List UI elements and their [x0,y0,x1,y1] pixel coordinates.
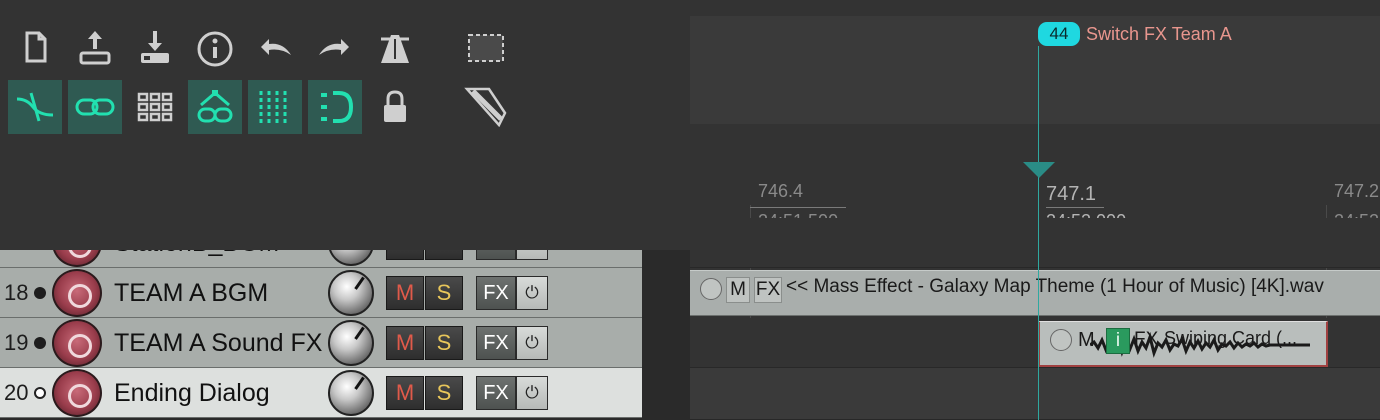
mute-button[interactable]: M [386,276,424,310]
grouping-button[interactable] [188,80,242,134]
marquee-select-button[interactable] [458,20,512,74]
snap-button[interactable] [248,80,302,134]
track-number: 19 [4,330,29,355]
solo-button[interactable]: S [425,276,463,310]
marquee-select-icon [468,34,504,62]
undo-icon [261,39,291,55]
fx-bypass-button[interactable]: ⏻ [516,250,548,260]
playhead-line[interactable] [1038,46,1039,420]
fx-button[interactable]: FX [476,250,516,260]
undo-button[interactable] [248,20,302,74]
ripple-edit-icon [16,92,54,122]
download-button[interactable] [128,20,182,74]
item-title: << Mass Effect - Galaxy Map Theme (1 Hou… [786,276,1324,297]
arrange-view[interactable]: 746.4 24:51.500 747.1 24:52.000 747.2 24… [690,0,1380,420]
record-indicator [34,387,46,399]
track-row-19[interactable]: 19 TEAM A Sound FX M S FX ⏻ [0,318,642,368]
ruler-beat-label: 747.2 [1334,181,1380,201]
record-arm-button[interactable] [52,250,102,267]
track-row-20[interactable]: 20 Ending Dialog M S FX ⏻ [0,368,642,418]
item-mute-button[interactable]: M [1078,327,1095,353]
grouping-icon [197,90,233,123]
track-lane-20[interactable] [690,368,1380,420]
solo-button[interactable]: S [425,326,463,360]
solo-button[interactable]: S [425,250,463,260]
volume-knob[interactable] [328,250,374,266]
item-info-button[interactable]: i [1106,328,1130,354]
fx-button[interactable]: FX [476,326,516,360]
marker-label[interactable]: Switch FX Team A [1086,24,1232,45]
fx-bypass-button[interactable]: ⏻ [516,326,548,360]
fx-bypass-button[interactable]: ⏻ [516,376,548,410]
track-name[interactable]: TEAM A BGM [114,279,268,308]
ruler-beat-label-current: 747.1 [1046,183,1097,205]
lock-button[interactable] [368,80,422,134]
item-volume-knob[interactable] [1050,329,1072,351]
record-indicator [34,287,46,299]
record-arm-button[interactable] [52,319,102,367]
new-project-icon [25,31,47,63]
track-number: 20 [4,380,29,405]
marker-lane[interactable] [690,16,1380,124]
track-name[interactable]: TEAM A Sound FX [114,329,322,358]
ruler-divider [1046,207,1104,208]
solo-button[interactable]: S [425,376,463,410]
media-item-bgm[interactable]: M FX << Mass Effect - Galaxy Map Theme (… [690,270,1380,316]
volume-knob[interactable] [328,370,374,416]
record-indicator [34,337,46,349]
track-name[interactable]: Ending Dialog [114,379,270,408]
info-button[interactable] [188,20,242,74]
fx-button[interactable]: FX [476,376,516,410]
item-title: Swiping Card (... [1164,328,1298,348]
grid-icon [137,92,173,122]
metronome-button[interactable] [368,20,422,74]
playhead-handle[interactable] [1023,162,1055,178]
track-number: 17 [4,250,28,256]
ruler-divider [750,207,846,208]
upload-button[interactable] [68,20,122,74]
track-control-panel: 17 StationB_BGM M S FX ⏻ 18 TEAM A BGM M… [0,250,690,420]
ruler-beat-label: 746.4 [758,181,804,201]
track-lane-17[interactable] [690,218,1380,268]
track-name[interactable]: StationB_BGM [114,250,279,258]
upload-icon [79,31,111,65]
media-item-sfx[interactable]: M i FX Swiping Card (... [1038,321,1328,367]
snap-icon [259,91,287,123]
item-volume-knob[interactable] [700,278,722,300]
fx-button[interactable]: FX [476,276,516,310]
redo-icon [319,39,349,55]
new-project-button[interactable] [8,20,62,74]
ruler-edit-icon [464,87,507,127]
main-toolbar [0,0,690,250]
auto-crossfade-icon [75,98,115,116]
volume-knob[interactable] [328,320,374,366]
redo-button[interactable] [308,20,362,74]
lock-icon [384,90,406,122]
volume-knob[interactable] [328,270,374,316]
loop-snap-icon [321,91,354,123]
metronome-icon [381,35,409,63]
info-icon [197,31,233,67]
mute-button[interactable]: M [386,250,424,260]
marker-badge[interactable]: 44 [1038,22,1080,46]
record-arm-button[interactable] [52,269,102,317]
grid-button[interactable] [128,80,182,134]
mute-button[interactable]: M [386,376,424,410]
track-row-17[interactable]: 17 StationB_BGM M S FX ⏻ [0,250,642,268]
download-icon [141,31,169,63]
item-fx-button[interactable]: FX [1134,327,1158,353]
loop-snap-button[interactable] [308,80,362,134]
item-fx-button[interactable]: FX [754,277,782,303]
track-row-18[interactable]: 18 TEAM A BGM M S FX ⏻ [0,268,642,318]
fx-bypass-button[interactable]: ⏻ [516,276,548,310]
mute-button[interactable]: M [386,326,424,360]
ruler-edit-button[interactable] [458,78,512,132]
track-number: 18 [4,280,29,305]
ripple-edit-button[interactable] [8,80,62,134]
record-arm-button[interactable] [52,369,102,417]
item-mute-button[interactable]: M [726,277,750,303]
auto-crossfade-button[interactable] [68,80,122,134]
